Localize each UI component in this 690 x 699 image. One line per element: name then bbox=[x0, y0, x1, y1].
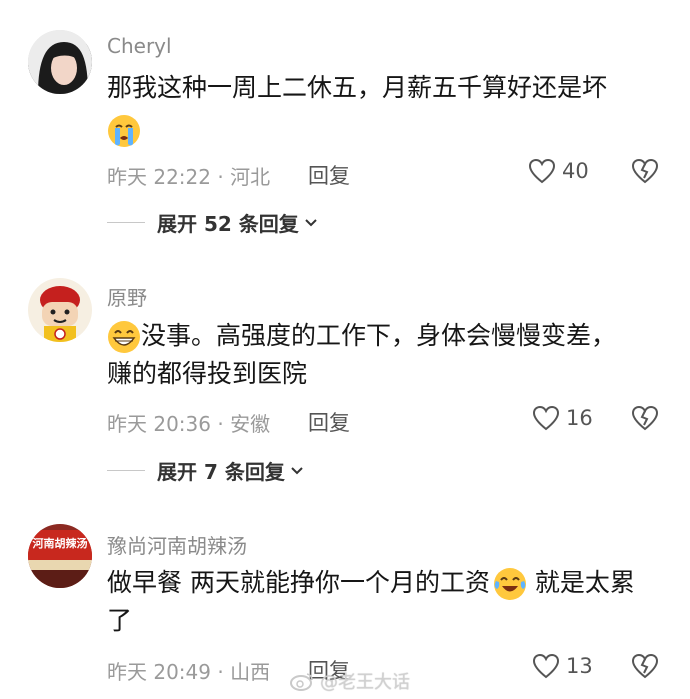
comment-text: 没事。高强度的工作下，身体会慢慢变差， 赚的都得投到医院 bbox=[107, 317, 667, 393]
grinning-emoji-icon bbox=[108, 321, 140, 353]
heart-icon bbox=[532, 405, 560, 431]
comment-text-line: 做早餐 两天就能挣你一个月的工资 bbox=[107, 568, 490, 597]
comment-text-line: 赚的都得投到医院 bbox=[107, 359, 308, 388]
avatar[interactable] bbox=[28, 30, 92, 94]
like-button[interactable]: 40 bbox=[528, 158, 589, 184]
broken-heart-icon bbox=[631, 158, 659, 184]
heart-icon bbox=[528, 158, 556, 184]
comment-text-line: 没事。高强度的工作下，身体会慢慢变差， bbox=[141, 321, 617, 350]
reply-button[interactable]: 回复 bbox=[308, 407, 350, 437]
avatar-cartoon-icon bbox=[28, 278, 92, 342]
like-count: 13 bbox=[566, 654, 593, 678]
chevron-down-icon bbox=[291, 466, 303, 474]
username[interactable]: 豫尚河南胡辣汤 bbox=[107, 530, 247, 559]
weibo-logo-icon bbox=[290, 673, 313, 691]
avatar-portrait-icon bbox=[28, 30, 92, 94]
comment-meta: 昨天 20:36 · 安徽 bbox=[107, 412, 271, 436]
avatar[interactable] bbox=[28, 278, 92, 342]
comment-text: 那我这种一周上二休五，月薪五千算好还是坏 bbox=[107, 69, 667, 149]
divider-line bbox=[107, 469, 145, 472]
like-button[interactable]: 16 bbox=[532, 405, 593, 431]
dislike-button[interactable] bbox=[631, 653, 659, 683]
avatar-sign-text: 河南胡辣汤 bbox=[32, 537, 88, 550]
expand-replies-button[interactable]: 展开 52 条回复 bbox=[107, 208, 319, 237]
like-count: 40 bbox=[562, 159, 589, 183]
watermark: @老王大话 bbox=[290, 668, 410, 694]
comment-text-line: 就是太累 bbox=[526, 568, 635, 597]
comment-meta: 昨天 20:49 · 山西 bbox=[107, 660, 271, 684]
expand-replies-label: 展开 7 条回复 bbox=[157, 460, 285, 484]
expand-replies-label: 展开 52 条回复 bbox=[157, 212, 299, 236]
dislike-button[interactable] bbox=[631, 158, 659, 188]
chevron-down-icon bbox=[305, 218, 317, 226]
tears-of-joy-emoji-icon bbox=[493, 568, 526, 600]
watermark-text: @老王大话 bbox=[320, 672, 410, 693]
like-count: 16 bbox=[566, 406, 593, 430]
comment-text-line: 了 bbox=[107, 606, 133, 635]
divider-line bbox=[107, 221, 145, 224]
dislike-button[interactable] bbox=[631, 405, 659, 435]
broken-heart-icon bbox=[631, 405, 659, 431]
comment-text: 做早餐 两天就能挣你一个月的工资 就是太累 了 bbox=[107, 564, 667, 640]
expand-replies-button[interactable]: 展开 7 条回复 bbox=[107, 456, 305, 485]
comment-text-line: 那我这种一周上二休五，月薪五千算好还是坏 bbox=[107, 73, 608, 102]
heart-icon bbox=[532, 653, 560, 679]
broken-heart-icon bbox=[631, 653, 659, 679]
username[interactable]: Cheryl bbox=[107, 34, 172, 58]
avatar-shop-sign-icon bbox=[28, 524, 92, 588]
comment-meta: 昨天 22:22 · 河北 bbox=[107, 165, 271, 189]
avatar[interactable]: 河南胡辣汤 bbox=[28, 524, 92, 588]
loudly-crying-emoji-icon bbox=[108, 115, 140, 147]
reply-button[interactable]: 回复 bbox=[308, 160, 350, 190]
like-button[interactable]: 13 bbox=[532, 653, 593, 679]
username[interactable]: 原野 bbox=[107, 282, 147, 311]
